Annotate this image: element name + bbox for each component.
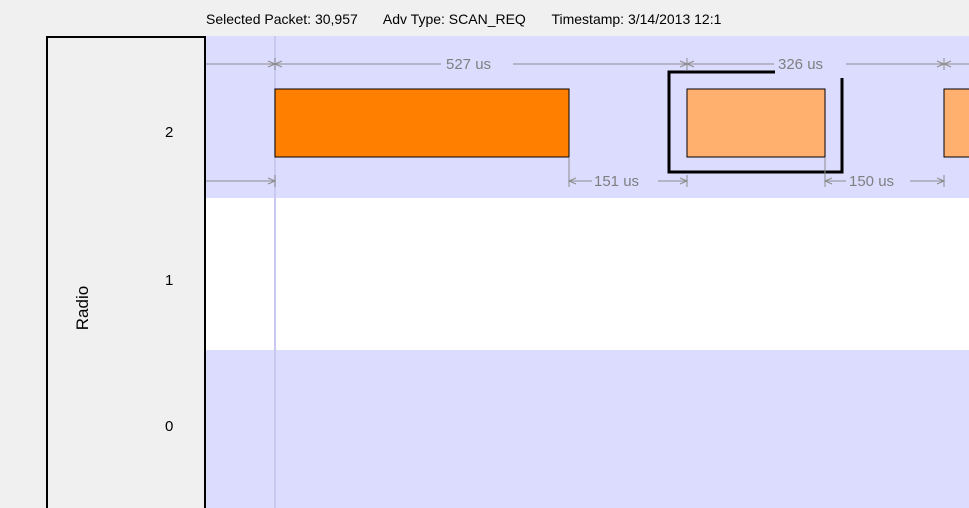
radio-tick-1: 1 — [165, 272, 174, 289]
duration-label-326us: 326 us — [778, 56, 823, 73]
duration-label-150us: 150 us — [849, 173, 894, 190]
packet-adv-ind[interactable] — [274, 88, 570, 158]
radio-row-0-background — [206, 350, 969, 508]
radio-tick-2: 2 — [165, 124, 174, 141]
radio-tick-0: 0 — [165, 418, 174, 435]
timestamp-label: Timestamp: 3/14/2013 12:1 — [551, 11, 722, 27]
adv-type-label: Adv Type: SCAN_REQ — [382, 11, 526, 27]
packet-scan-rsp-partial[interactable] — [943, 88, 969, 158]
duration-label-151us: 151 us — [594, 173, 639, 190]
duration-label-527us: 527 us — [446, 56, 491, 73]
packet-timeline-plot[interactable]: 527 us 326 us 151 us 150 us — [206, 36, 969, 508]
radio-axis-panel: Radio 2 1 0 — [46, 36, 206, 508]
radio-axis-title: Radio — [73, 285, 92, 331]
packet-scan-req[interactable] — [686, 88, 826, 158]
selected-packet-label: Selected Packet: 30,957 — [206, 11, 358, 27]
radio-row-1-background — [206, 198, 969, 350]
selected-packet-info-bar: Selected Packet: 30,957 Adv Type: SCAN_R… — [206, 0, 969, 38]
